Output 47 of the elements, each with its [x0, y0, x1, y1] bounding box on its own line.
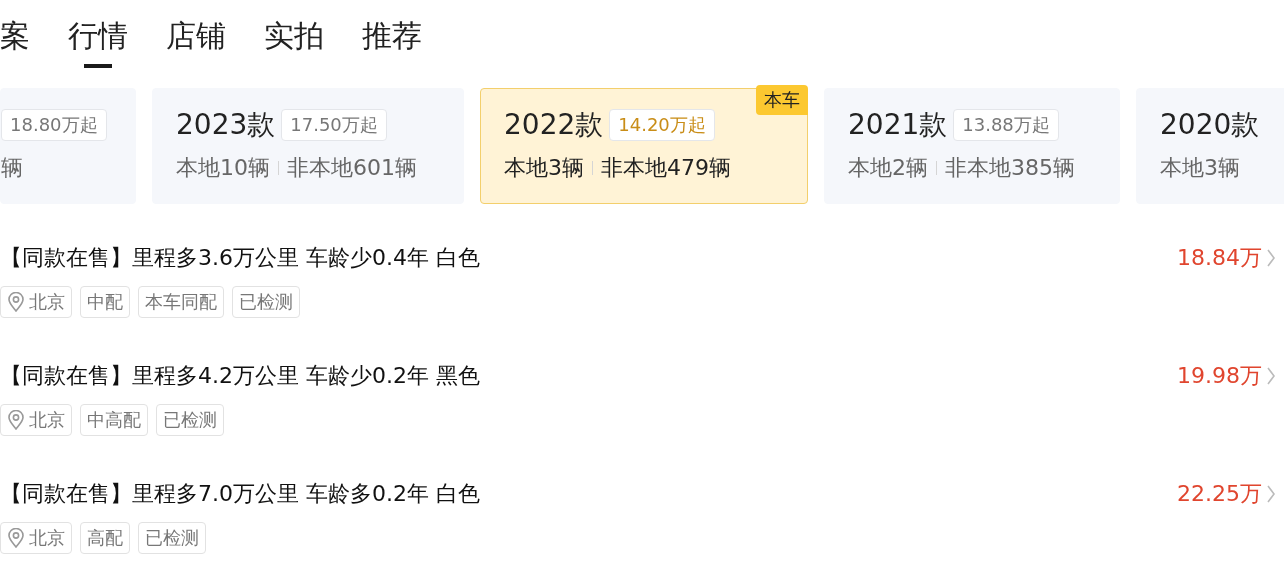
feature-tag: 已检测	[138, 522, 206, 554]
year-card[interactable]: 本车 2022款 14.20万起 本地3辆 非本地479辆	[480, 88, 808, 204]
location-pin-icon	[7, 410, 25, 430]
chevron-right-icon	[1266, 248, 1276, 268]
listing-title: 【同款在售】里程多7.0万公里 车龄多0.2年 白色	[0, 480, 480, 508]
feature-tag: 高配	[80, 522, 130, 554]
location-pin-icon	[7, 528, 25, 548]
feature-tag: 中配	[80, 286, 130, 318]
local-count: 本地3辆	[1160, 154, 1240, 182]
feature-tag: 本车同配	[138, 286, 224, 318]
year-card[interactable]: 2020款 本地3辆	[1136, 88, 1284, 204]
nonlocal-count: 非本地479辆	[601, 154, 731, 182]
year-card[interactable]: 2023款 17.50万起 本地10辆 非本地601辆	[152, 88, 464, 204]
chevron-right-icon	[1266, 366, 1276, 386]
local-count: 本地2辆	[848, 154, 928, 182]
tab-indicator	[84, 64, 112, 68]
starting-price: 13.88万起	[953, 109, 1059, 141]
nonlocal-count: 非本地385辆	[945, 154, 1075, 182]
nonlocal-count: 辆	[1, 154, 23, 182]
year-label: 2023款	[176, 107, 276, 143]
tab[interactable]: 实拍	[264, 16, 324, 68]
year-label: 2020款	[1160, 107, 1260, 143]
listing-title: 【同款在售】里程多3.6万公里 车龄少0.4年 白色	[0, 244, 480, 272]
nonlocal-count: 非本地601辆	[287, 154, 417, 182]
tab[interactable]: 案	[0, 16, 30, 68]
chevron-right-icon	[1266, 484, 1276, 504]
year-card[interactable]: 2021款 13.88万起 本地2辆 非本地385辆	[824, 88, 1120, 204]
tab[interactable]: 行情	[68, 16, 128, 68]
tab[interactable]: 店铺	[166, 16, 226, 68]
current-car-badge: 本车	[756, 85, 808, 115]
year-label: 2022款	[504, 107, 604, 143]
location-pin-icon	[7, 292, 25, 312]
location-tag: 北京	[0, 286, 72, 318]
location-tag: 北京	[0, 522, 72, 554]
starting-price: 14.20万起	[609, 109, 715, 141]
listing-title: 【同款在售】里程多4.2万公里 车龄少0.2年 黑色	[0, 362, 480, 390]
starting-price: 17.50万起	[281, 109, 387, 141]
starting-price: 18.80万起	[1, 109, 107, 141]
local-count: 本地10辆	[176, 154, 270, 182]
local-count: 本地3辆	[504, 154, 584, 182]
location-tag: 北京	[0, 404, 72, 436]
tab[interactable]: 推荐	[362, 16, 422, 68]
feature-tag: 已检测	[232, 286, 300, 318]
year-card[interactable]: 18.80万起 辆	[0, 88, 136, 204]
feature-tag: 已检测	[156, 404, 224, 436]
feature-tag: 中高配	[80, 404, 148, 436]
year-label: 2021款	[848, 107, 948, 143]
